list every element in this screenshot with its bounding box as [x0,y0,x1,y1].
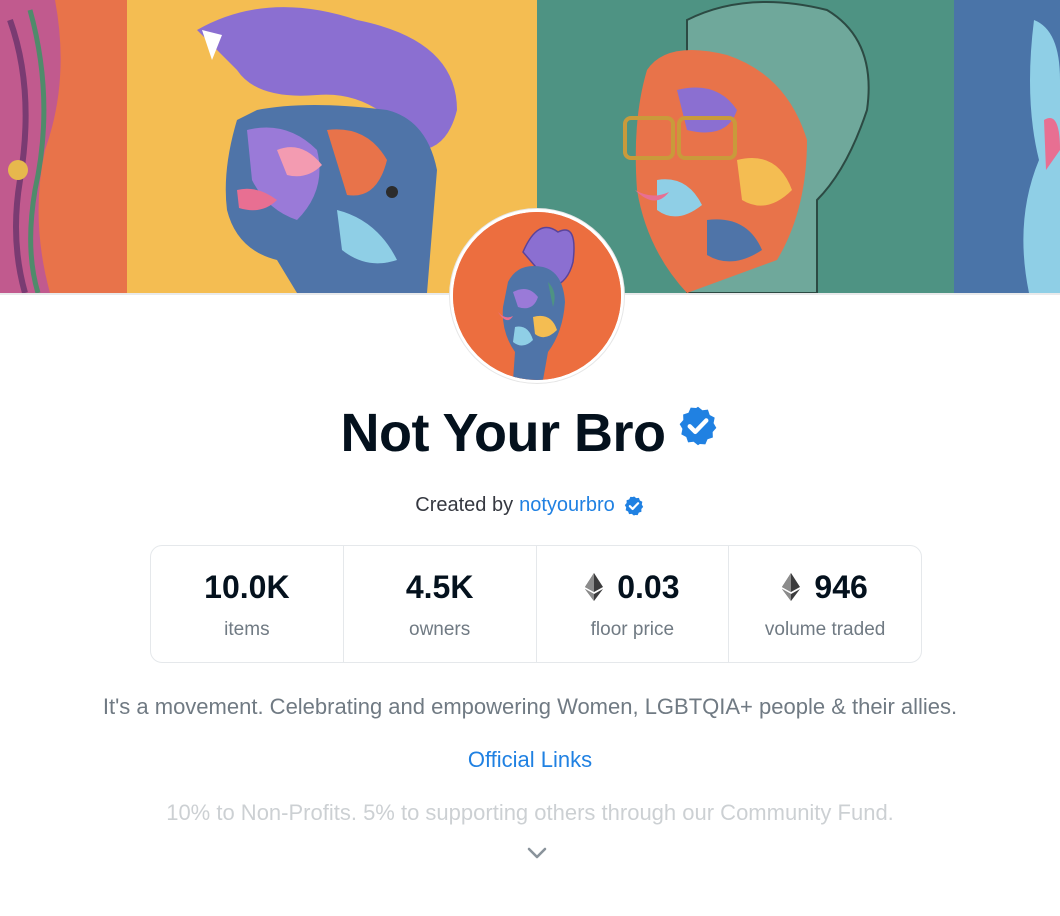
ethereum-icon [782,573,801,601]
stat-value-text: 4.5K [405,568,474,605]
stat-owners[interactable]: 4.5K owners [344,546,537,662]
collection-avatar[interactable] [450,209,624,383]
banner-artwork-1 [0,0,127,293]
stat-label: volume traded [764,619,886,640]
collection-title: Not Your Bro [340,403,667,463]
creator-link[interactable]: notyourbro [519,494,615,517]
stat-value: 10.0K [204,567,289,607]
stat-floor-price[interactable]: 0.03 floor price [537,546,730,662]
creator-row: Created by notyourbro [0,494,1060,517]
banner-artwork-4 [954,0,1060,293]
title-row: Not Your Bro [0,402,1060,464]
stat-value: 946 [782,567,868,607]
stat-value-text: 0.03 [617,568,680,605]
verified-badge-icon [624,495,643,516]
stat-label: floor price [590,619,675,640]
verified-badge-icon [679,406,716,446]
stat-value: 0.03 [585,567,680,607]
avatar-image [453,212,621,380]
stat-value-text: 946 [814,568,868,605]
collection-description: It's a movement. Celebrating and empower… [102,694,958,719]
stat-value-text: 10.0K [204,568,290,605]
created-by-label: Created by [415,494,514,516]
official-links-link[interactable]: Official Links [468,747,592,772]
ethereum-icon [585,573,604,601]
stat-volume-traded[interactable]: 946 volume traded [729,546,921,662]
description-overflow-text: 10% to Non-Profits. 5% to supporting oth… [166,800,894,825]
stat-label: owners [409,619,471,640]
chevron-down-icon[interactable] [526,846,548,860]
collection-stats: 10.0K items 4.5K owners 0.03 floor price [150,545,922,663]
stat-items[interactable]: 10.0K items [151,546,344,662]
stat-value: 4.5K [406,567,474,607]
stat-label: items [224,619,270,640]
official-links: Official Links [0,747,1060,773]
